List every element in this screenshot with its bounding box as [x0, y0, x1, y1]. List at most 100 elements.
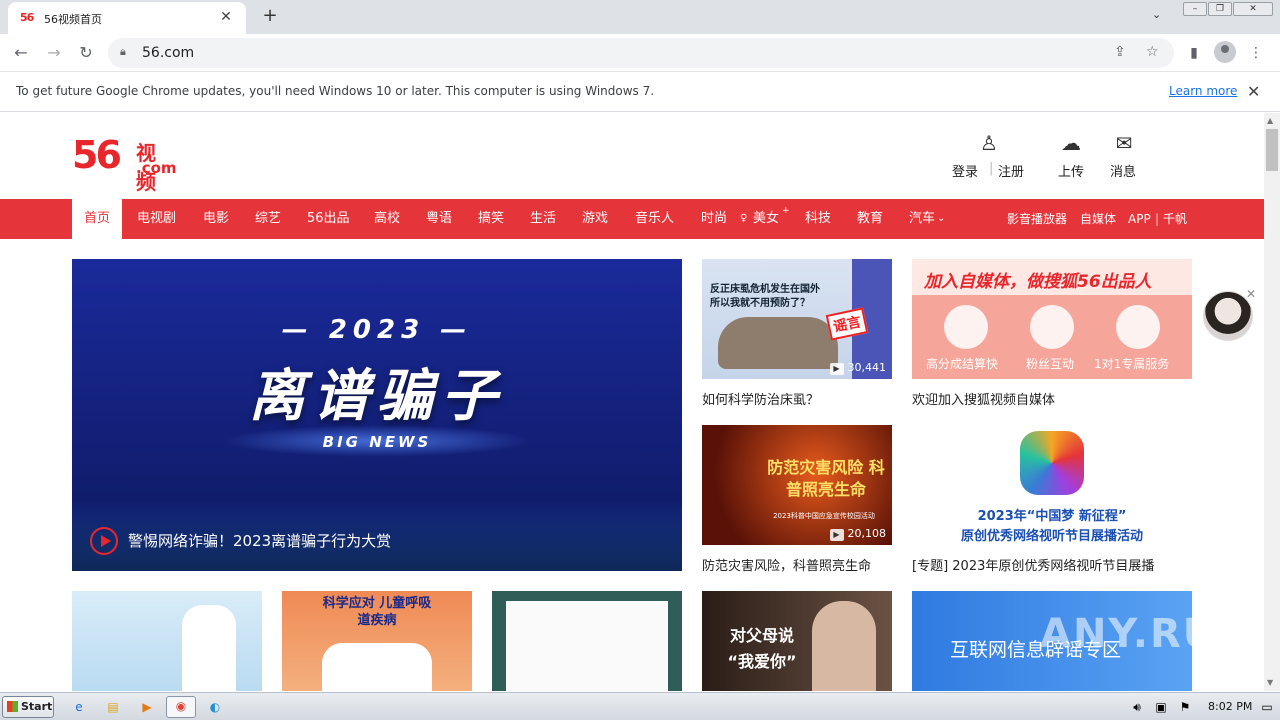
nav-qianfan[interactable]: 千帆 [1163, 199, 1187, 239]
anyrun-watermark: ANY.RUN [1040, 611, 1253, 657]
volume-icon[interactable]: 🔊︎ [1128, 698, 1146, 716]
profile-avatar-icon[interactable] [1214, 41, 1236, 63]
infobar-close-icon[interactable]: ✕ [1247, 82, 1260, 101]
learn-more-link[interactable]: Learn more [1169, 84, 1237, 98]
show-desktop-icon[interactable]: ▭ [1258, 698, 1276, 716]
nav-item-cantonese[interactable]: 粤语 [426, 199, 452, 239]
menu-kebab-icon[interactable]: ⋮ [1245, 42, 1267, 64]
hero-banner[interactable]: — 2023 — 离谱骗子 BIG NEWS 警惕网络诈骗！2023离谱骗子行为… [72, 259, 682, 571]
minimize-button[interactable]: – [1183, 2, 1207, 16]
main-nav: 首页 电视剧 电影 综艺 56出品 高校 粤语 搞笑 生活 游戏 音乐人 时尚 … [0, 199, 1264, 239]
people-icon [1116, 305, 1160, 349]
forward-arrow-icon[interactable]: → [43, 42, 65, 64]
scroll-thumb[interactable] [1266, 129, 1278, 171]
nav-app[interactable]: APP [1128, 199, 1151, 239]
new-tab-button[interactable]: + [260, 5, 280, 27]
thumb-label: 1对1专属服务 [1094, 357, 1170, 371]
chart-icon [944, 305, 988, 349]
nav-item-56-original[interactable]: 56出品 [307, 199, 350, 239]
back-arrow-icon[interactable]: ← [10, 42, 32, 64]
address-bar[interactable]: 🔒︎ 56.com ⇪ ☆ [108, 38, 1174, 68]
video-thumbnail[interactable]: 防范灾害风险 科普照亮生命 2023科普中国应急宣传校园活动 20,108 [702, 425, 892, 545]
nav-item-games[interactable]: 游戏 [582, 199, 608, 239]
nav-item-auto[interactable]: 汽车 [909, 199, 935, 239]
network-icon[interactable]: ▣ [1152, 698, 1170, 716]
nav-item-education[interactable]: 教育 [857, 199, 883, 239]
video-title[interactable]: [专题] 2023年原创优秀网络视听节目展播 [912, 555, 1154, 574]
upload-cloud-icon[interactable]: ☁ [1058, 131, 1084, 155]
scroll-down-icon[interactable]: ▼ [1267, 678, 1273, 687]
lock-icon[interactable]: 🔒︎ [120, 45, 126, 59]
messages-link[interactable]: 消息 [1110, 161, 1136, 180]
nav-item-variety[interactable]: 综艺 [255, 199, 281, 239]
reload-icon[interactable]: ↻ [75, 42, 97, 64]
video-title[interactable]: 欢迎加入搜狐视频自媒体 [912, 389, 1055, 408]
login-link[interactable]: 登录 [952, 161, 978, 180]
video-thumbnail[interactable] [492, 591, 682, 691]
register-link[interactable]: 注册 [998, 161, 1024, 180]
close-icon[interactable]: ✕ [1246, 287, 1256, 301]
close-window-button[interactable]: ✕ [1233, 2, 1273, 16]
nav-item-fashion[interactable]: 时尚 [701, 199, 727, 239]
doctor-figure [182, 605, 236, 691]
message-envelope-icon[interactable]: ✉ [1111, 131, 1137, 155]
video-title[interactable]: 防范灾害风险，科普照亮生命 [702, 555, 871, 574]
site-favicon-icon: 56 [20, 11, 34, 24]
user-icon[interactable]: ♙ [976, 131, 1002, 155]
media-player-icon[interactable]: ▶ [138, 698, 156, 716]
video-thumbnail[interactable] [72, 591, 262, 691]
browser-tab[interactable]: 56 56视频首页 ✕ [8, 2, 246, 34]
edge-icon[interactable]: ◐ [206, 698, 224, 716]
video-thumbnail[interactable]: 2023年“中国梦 新征程” 原创优秀网络视听节目展播活动 [912, 425, 1192, 545]
upload-link[interactable]: 上传 [1058, 161, 1084, 180]
chevron-down-icon[interactable]: ⌄ [937, 199, 945, 239]
thumb-text: 防范灾害风险 科普照亮生命 [767, 458, 885, 499]
scroll-up-icon[interactable]: ▲ [1267, 116, 1273, 125]
nav-item-college[interactable]: 高校 [374, 199, 400, 239]
url-text[interactable]: 56.com [142, 45, 194, 61]
nav-item-tech[interactable]: 科技 [805, 199, 831, 239]
taskbar-clock: 8:02 PM [1208, 700, 1253, 713]
doctors-figure [322, 643, 432, 691]
nav-item-tv[interactable]: 电视剧 [137, 199, 176, 239]
thumb-label: 粉丝互动 [1026, 357, 1075, 371]
nav-player[interactable]: 影音播放器 [1007, 199, 1067, 239]
restore-button[interactable]: ❐ [1208, 2, 1232, 16]
page-content: 56 视频 .com ♙ 登录 | 注册 ☁ 上传 ✉ 消息 首页 电视剧 电影… [0, 113, 1264, 691]
nav-item-home[interactable]: 首页 [72, 199, 123, 239]
nav-self-media[interactable]: 自媒体 [1080, 199, 1116, 239]
video-card[interactable]: 反正床虱危机发生在国外 所以我就不用预防了？ 谣言 30,441 如何科学防治床… [702, 259, 892, 419]
video-thumbnail[interactable]: 反正床虱危机发生在国外 所以我就不用预防了？ 谣言 30,441 [702, 259, 892, 379]
chrome-icon[interactable]: ◉ [166, 696, 196, 718]
video-card[interactable]: 2023年“中国梦 新征程” 原创优秀网络视听节目展播活动 [专题] 2023年… [912, 425, 1192, 585]
internet-explorer-icon[interactable]: e [70, 698, 88, 716]
bookmark-star-icon[interactable]: ☆ [1146, 44, 1159, 60]
share-icon[interactable]: ⇪ [1114, 44, 1126, 60]
tab-strip: 56 56视频首页 ✕ + ⌄ – ❐ ✕ [0, 0, 1280, 34]
separator: | [989, 161, 994, 176]
video-card[interactable]: 防范灾害风险 科普照亮生命 2023科普中国应急宣传校园活动 20,108 防范… [702, 425, 892, 585]
thumb-text: 科学应对 儿童呼吸道疾病 [322, 596, 432, 628]
video-thumbnail[interactable]: 科学应对 儿童呼吸道疾病 [282, 591, 472, 691]
start-button[interactable]: Start [2, 696, 54, 718]
tab-search-chevron-icon[interactable]: ⌄ [1152, 8, 1161, 21]
close-tab-icon[interactable]: ✕ [216, 7, 236, 27]
action-center-flag-icon[interactable]: ⚑ [1176, 698, 1194, 716]
hero-title[interactable]: 警惕网络诈骗！2023离谱骗子行为大赏 [128, 530, 391, 551]
play-icon[interactable] [90, 527, 118, 555]
video-title[interactable]: 如何科学防治床虱？ [702, 389, 819, 408]
video-card[interactable]: 加入自媒体，做搜狐56出品人 高分成结算快 粉丝互动 1对1专属服务 欢迎加入搜… [912, 259, 1192, 419]
nav-item-life[interactable]: 生活 [530, 199, 556, 239]
video-thumbnail[interactable]: 加入自媒体，做搜狐56出品人 高分成结算快 粉丝互动 1对1专属服务 [912, 259, 1192, 379]
thumb-text: 反正床虱危机发生在国外 所以我就不用预防了？ [710, 284, 820, 309]
nav-item-funny[interactable]: 搞笑 [478, 199, 504, 239]
beauty-icon: ♀ [740, 213, 748, 224]
folder-icon[interactable]: ▤ [104, 698, 122, 716]
nav-item-beauty[interactable]: 美女 [753, 199, 779, 239]
nav-item-musicians[interactable]: 音乐人 [635, 199, 674, 239]
video-thumbnail[interactable]: 对父母说 “我爱你” [702, 591, 892, 691]
nav-item-movie[interactable]: 电影 [203, 199, 229, 239]
side-panel-icon[interactable]: ▮ [1183, 42, 1205, 64]
page-scrollbar[interactable]: ▲ ▼ [1264, 113, 1280, 691]
logo-number: 56 [72, 133, 122, 177]
